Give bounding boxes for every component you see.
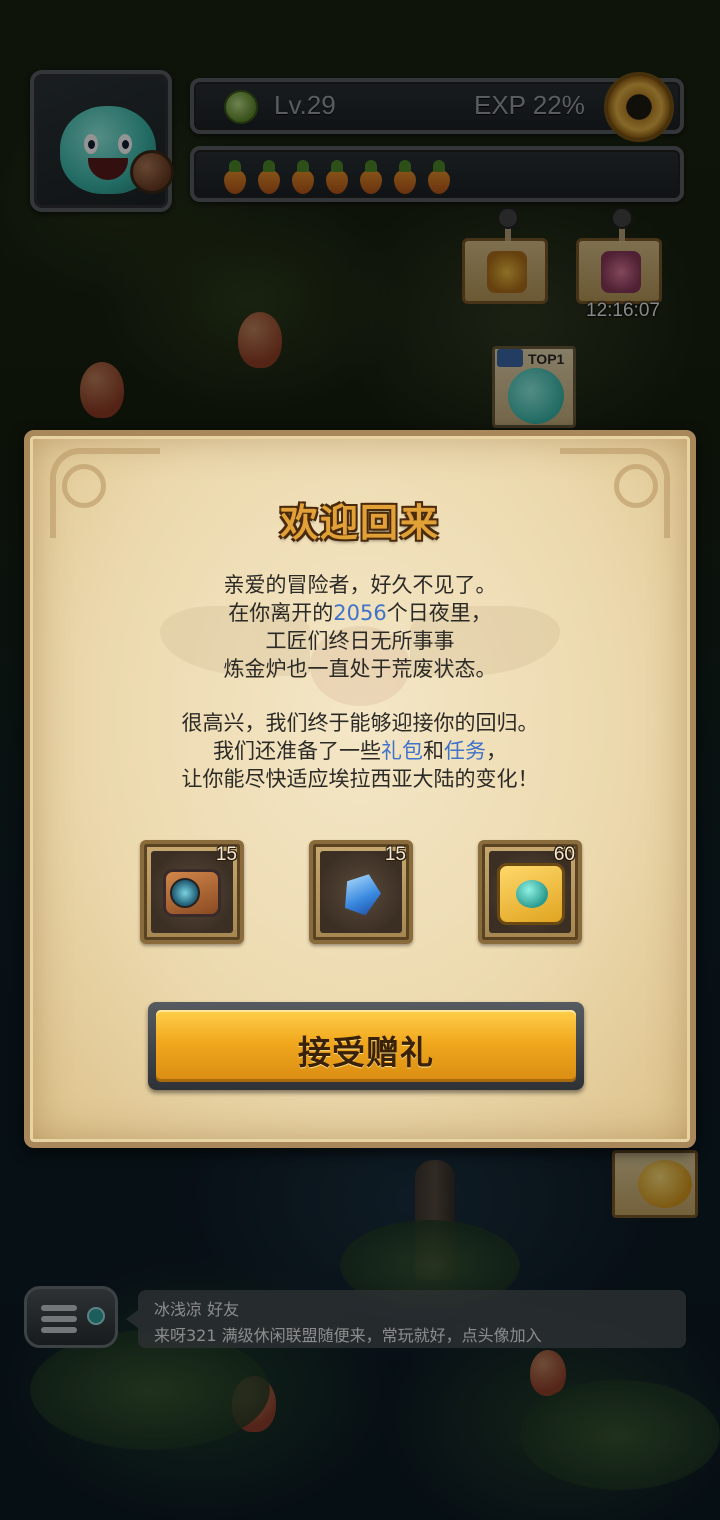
message-text: ， xyxy=(486,739,507,763)
reward-count: 60 xyxy=(553,844,575,865)
welcome-back-dialog: 欢迎回来 亲爱的冒险者，好久不见了。 在你离开的2056个日夜里， 工匠们终日无… xyxy=(24,430,696,1148)
message-line: 我们还准备了一些礼包和任务， xyxy=(30,737,690,765)
accept-gift-label: 接受赠礼 xyxy=(298,1033,434,1072)
message-line: 炼金炉也一直处于荒废状态。 xyxy=(223,657,497,681)
message-line: 亲爱的冒险者，好久不见了。 xyxy=(223,573,497,597)
message-text: 个日夜里， xyxy=(386,601,492,625)
camera-icon xyxy=(163,869,221,917)
message-text: 和 xyxy=(423,739,444,763)
welcome-message-part1: 亲爱的冒险者，好久不见了。 在你离开的2056个日夜里， 工匠们终日无所事事 炼… xyxy=(30,571,690,683)
gift-pack-link[interactable]: 礼包 xyxy=(381,739,423,763)
reward-slot[interactable]: 15 xyxy=(140,840,244,944)
message-line: 很高兴，我们终于能够迎接你的回归。 xyxy=(181,711,539,735)
crystal-icon xyxy=(338,868,386,918)
puzzle-piece-icon xyxy=(497,863,565,925)
message-line: 工匠们终日无所事事 xyxy=(265,629,455,653)
welcome-message-part2: 很高兴，我们终于能够迎接你的回归。 我们还准备了一些礼包和任务， 让你能尽快适应… xyxy=(30,709,690,793)
message-line: 在你离开的2056个日夜里， xyxy=(30,599,690,627)
accept-gift-button[interactable]: 接受赠礼 xyxy=(148,1002,584,1090)
reward-count: 15 xyxy=(215,844,237,865)
message-line: 让你能尽快适应埃拉西亚大陆的变化！ xyxy=(181,767,539,791)
reward-count: 15 xyxy=(384,844,406,865)
reward-slot[interactable]: 60 xyxy=(478,840,582,944)
reward-list: 15 15 60 xyxy=(140,840,590,944)
task-link[interactable]: 任务 xyxy=(444,739,486,763)
message-text: 在你离开的 xyxy=(228,601,334,625)
message-text: 我们还准备了一些 xyxy=(213,739,381,763)
accept-gift-button-face: 接受赠礼 xyxy=(156,1010,576,1082)
dialog-title: 欢迎回来 xyxy=(279,501,440,545)
reward-slot[interactable]: 15 xyxy=(309,840,413,944)
days-away-count: 2056 xyxy=(333,601,387,625)
